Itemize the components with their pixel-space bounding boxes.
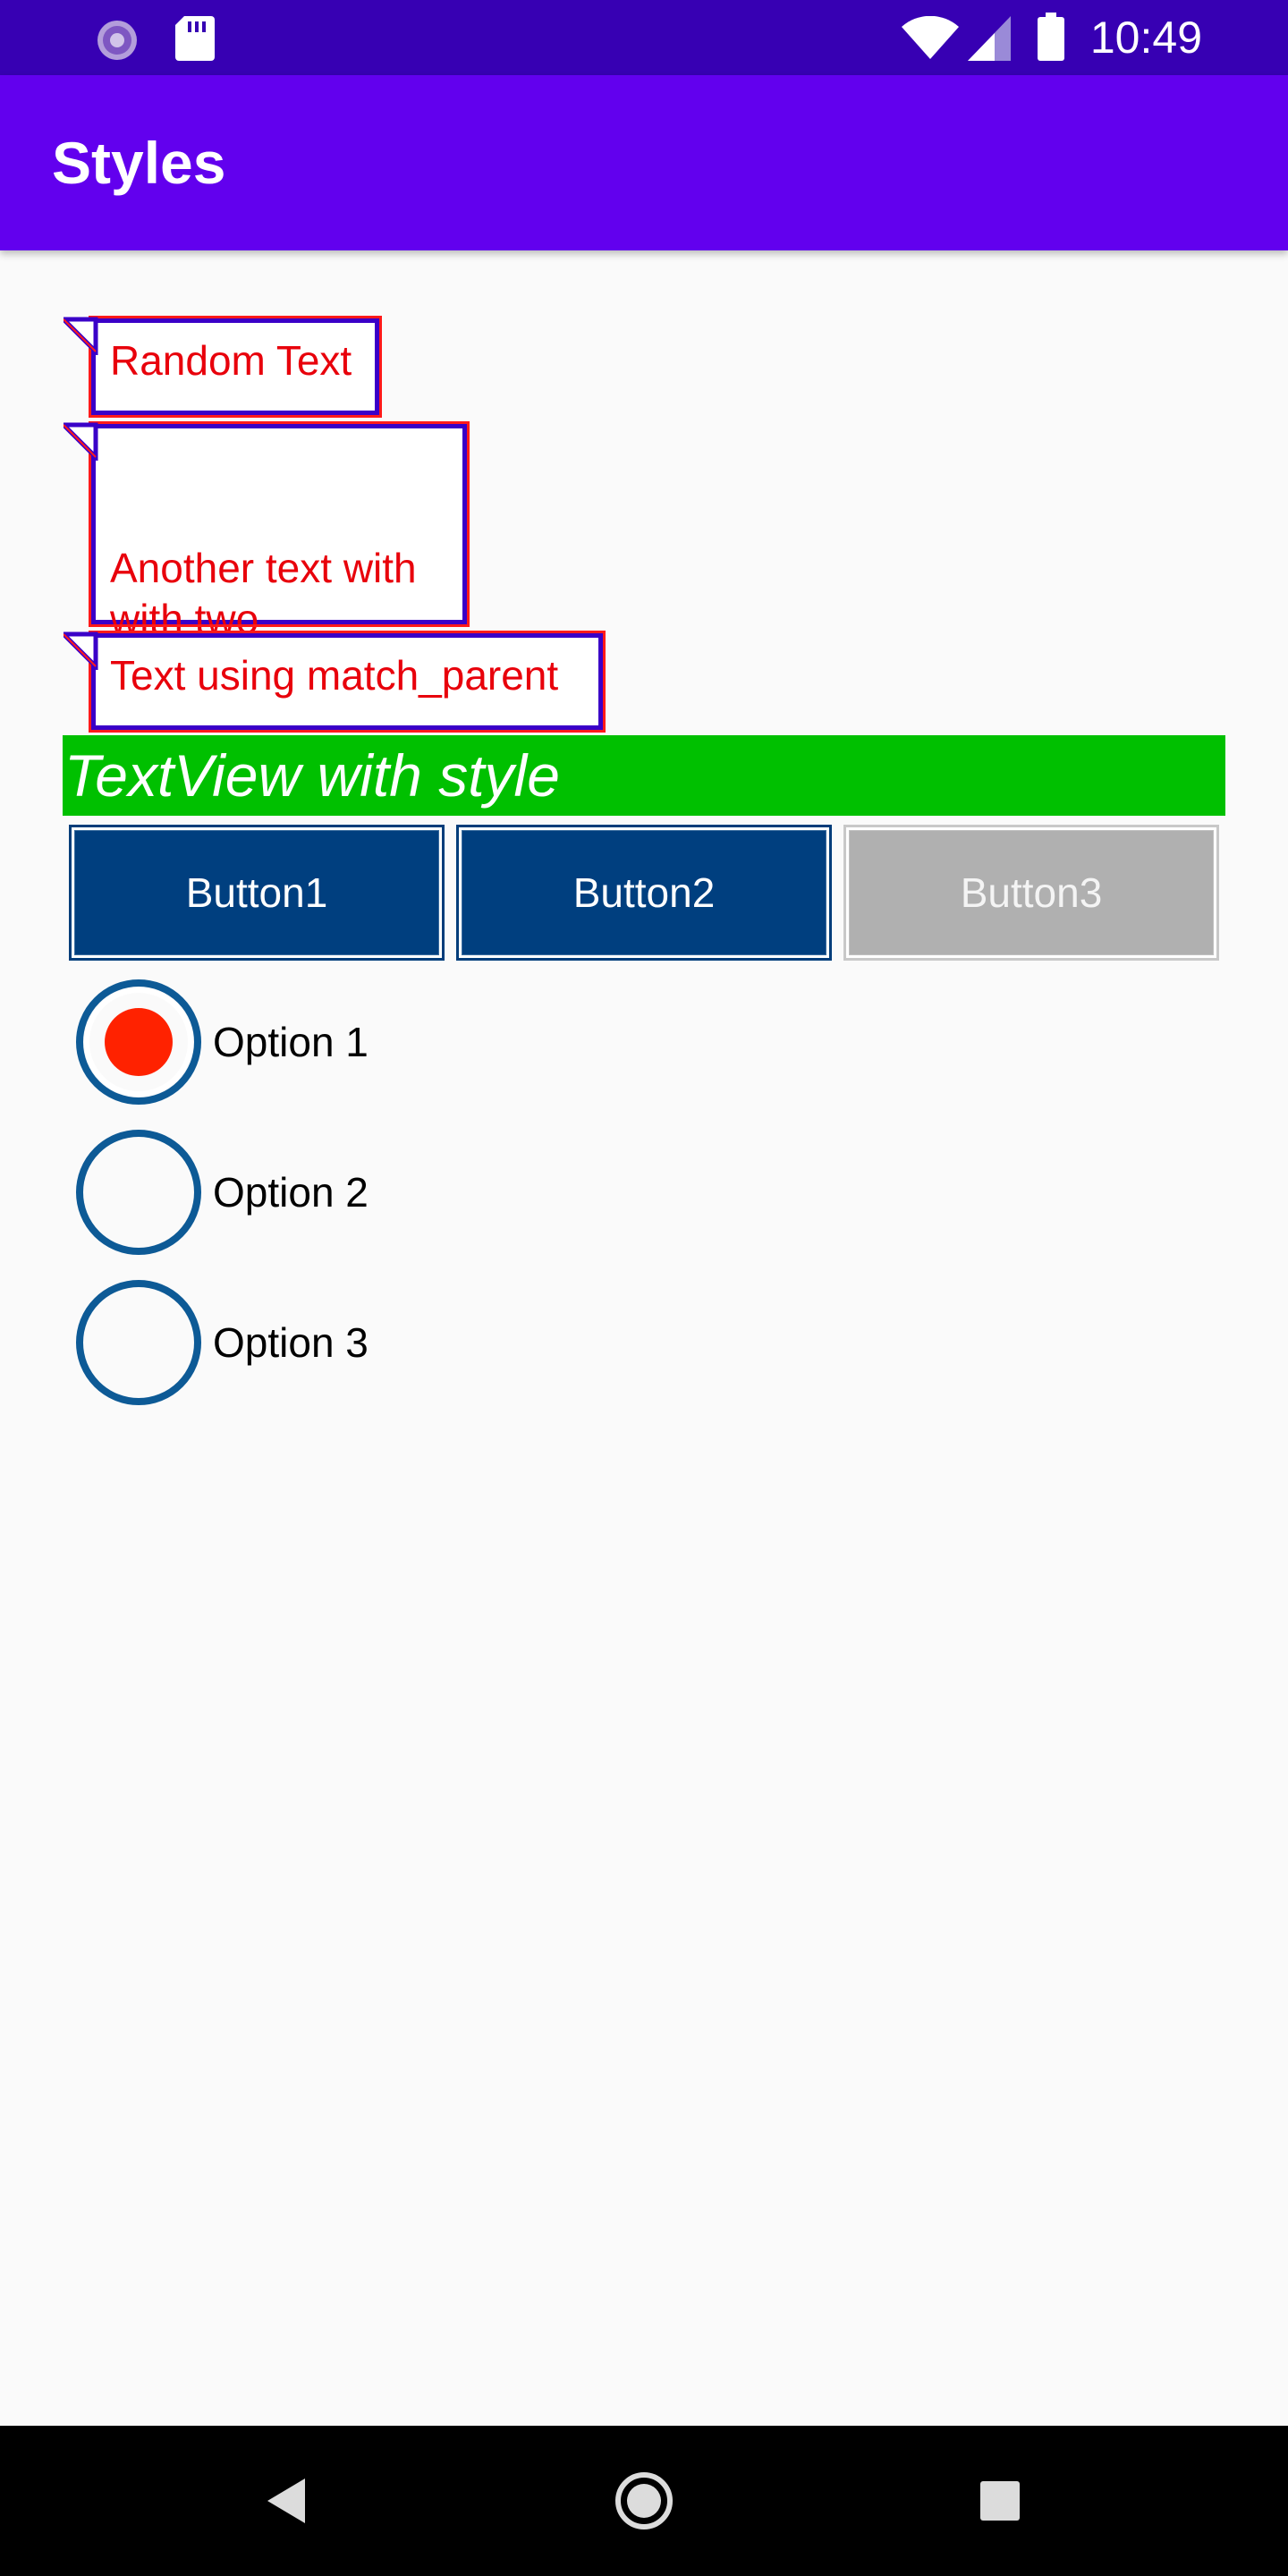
status-bar: 10:49 [0,0,1288,75]
button-1[interactable]: Button1 [69,825,445,961]
radio-unchecked-icon[interactable] [73,1127,204,1258]
callout-text: Random Text [110,337,352,384]
recents-icon[interactable] [925,2426,1075,2576]
app-bar: Styles [0,75,1288,250]
callout-tail [64,317,98,355]
callout-text: Text using match_parent [110,652,559,699]
callout-two-lines: Another text with with two lines [64,421,470,693]
radio-option-3[interactable]: Option 3 [73,1277,369,1408]
button-2[interactable]: Button2 [456,825,832,961]
radio-label: Option 2 [213,1169,369,1216]
home-icon[interactable] [569,2426,719,2576]
radio-option-2[interactable]: Option 2 [73,1127,369,1258]
button-3[interactable]: Button3 [843,825,1219,961]
status-time: 10:49 [1089,13,1202,63]
battery-icon [1038,13,1064,65]
callout-random-text: Random Text [64,316,382,418]
styled-textview: TextView with style [63,735,1225,816]
callout-tail [64,422,98,461]
radio-option-1[interactable]: Option 1 [73,977,369,1107]
app-title: Styles [52,130,226,196]
back-icon[interactable] [211,2426,361,2576]
wifi-icon [902,15,959,65]
radio-label: Option 1 [213,1019,369,1065]
radio-checked-icon[interactable] [73,977,204,1107]
sync-icon [95,18,140,67]
radio-unchecked-icon[interactable] [73,1277,204,1408]
radio-label: Option 3 [213,1319,369,1366]
navigation-bar [0,2426,1288,2576]
callout-tail [64,631,98,670]
callout-match-parent: Text using match_parent [64,631,606,733]
sd-card-icon [175,16,215,65]
cell-signal-icon [968,16,1011,65]
